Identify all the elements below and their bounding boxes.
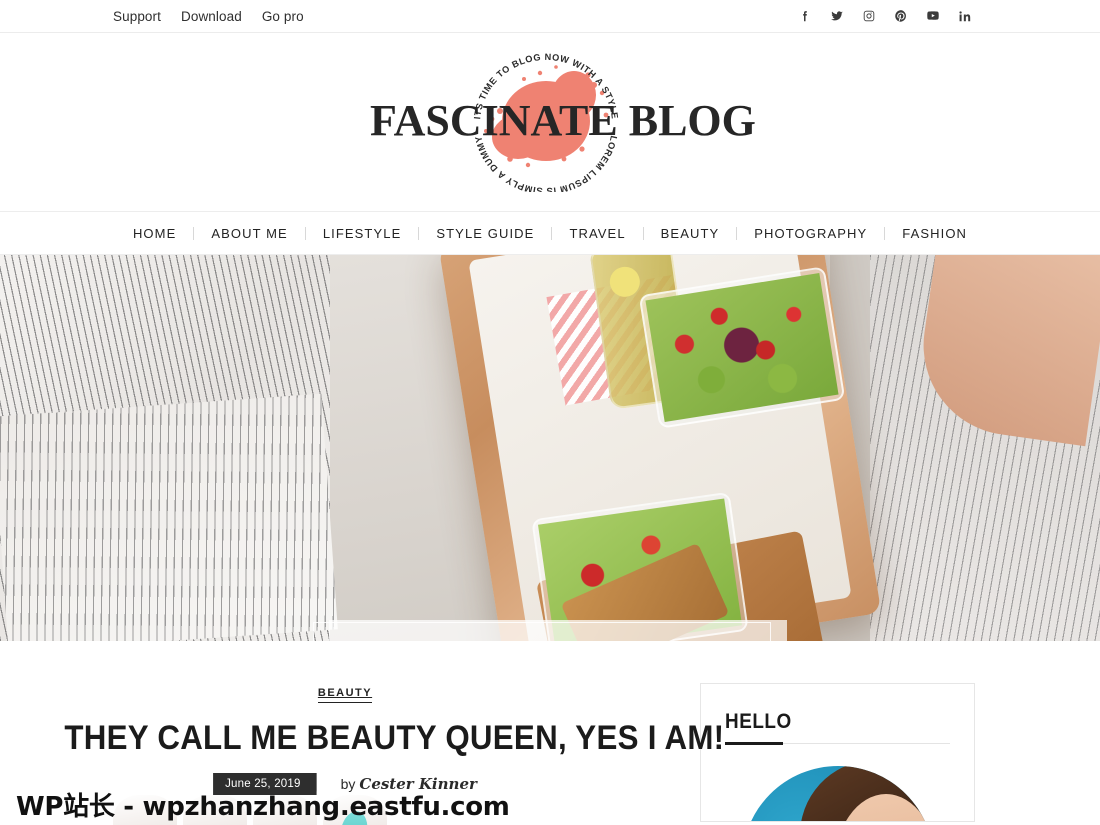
post-category-link[interactable]: BEAUTY [317, 687, 373, 703]
watermark-text: WP站长 - wpzhanzhang.eastfu.com [16, 792, 510, 822]
nav-link-home[interactable]: HOME [116, 226, 193, 241]
nav-link-lifestyle[interactable]: LIFESTYLE [306, 226, 419, 241]
site-logo[interactable]: ITS TIME TO BLOG NOW WITH A STYLE LOREM … [370, 47, 756, 197]
hello-widget: HELLO [700, 683, 975, 822]
nav-item-fashion[interactable]: FASHION [884, 226, 984, 241]
hero-background-image [0, 255, 1100, 641]
nav-link-travel[interactable]: TRAVEL [552, 226, 642, 241]
top-link-support[interactable]: Support [113, 9, 161, 24]
nav-link-fashion[interactable]: FASHION [885, 226, 984, 241]
nav-item-photography[interactable]: PHOTOGRAPHY [736, 226, 884, 241]
avatar [741, 766, 934, 821]
post-title[interactable]: THEY CALL ME BEAUTY QUEEN, YES I AM! [64, 719, 724, 758]
nav-item-style-guide[interactable]: STYLE GUIDE [418, 226, 551, 241]
widget-title-underline [725, 741, 950, 745]
hero-slider: TRAVEL LIVING A LIFE JUST LIKE A QUOTE J… [0, 255, 1100, 641]
site-branding: ITS TIME TO BLOG NOW WITH A STYLE LOREM … [0, 33, 1100, 211]
caption-content: TRAVEL LIVING A LIFE JUST LIKE A QUOTE J… [329, 620, 787, 641]
post-header: BEAUTY THEY CALL ME BEAUTY QUEEN, YES I … [0, 683, 724, 795]
twitter-icon[interactable] [830, 9, 844, 23]
top-link-go-pro[interactable]: Go pro [262, 9, 304, 24]
youtube-icon[interactable] [926, 9, 940, 23]
hello-widget-title: HELLO [725, 710, 792, 733]
nav-item-beauty[interactable]: BEAUTY [643, 226, 737, 241]
nav-list: HOME ABOUT ME LIFESTYLE STYLE GUIDE TRAV… [116, 226, 984, 241]
nav-link-style-guide[interactable]: STYLE GUIDE [419, 226, 551, 241]
top-bar-links: Support Download Go pro [0, 9, 304, 24]
nav-link-photography[interactable]: PHOTOGRAPHY [737, 226, 884, 241]
pinterest-icon[interactable] [894, 9, 908, 23]
logo-wordmark: FASCINATE BLOG [370, 96, 756, 145]
bedsheet-fold [0, 393, 338, 641]
sidebar: HELLO [690, 641, 1100, 822]
nav-item-travel[interactable]: TRAVEL [551, 226, 642, 241]
top-link-download[interactable]: Download [181, 9, 242, 24]
nav-item-lifestyle[interactable]: LIFESTYLE [305, 226, 419, 241]
hero-caption: TRAVEL LIVING A LIFE JUST LIKE A QUOTE J… [313, 620, 787, 641]
nav-item-home[interactable]: HOME [116, 226, 193, 241]
instagram-icon[interactable] [862, 9, 876, 23]
facebook-icon[interactable] [798, 9, 812, 23]
nav-item-about-me[interactable]: ABOUT ME [193, 226, 304, 241]
top-bar: Support Download Go pro [0, 0, 1100, 33]
main-navigation: HOME ABOUT ME LIFESTYLE STYLE GUIDE TRAV… [0, 211, 1100, 255]
social-links [798, 9, 1080, 23]
linkedin-icon[interactable] [958, 9, 972, 23]
nav-link-about-me[interactable]: ABOUT ME [194, 226, 304, 241]
nav-link-beauty[interactable]: BEAUTY [644, 226, 737, 241]
